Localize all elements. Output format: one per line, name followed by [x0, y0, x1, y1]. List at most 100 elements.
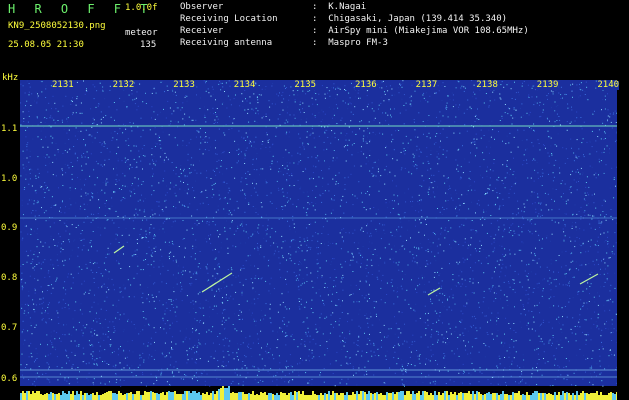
level-bar	[488, 392, 490, 400]
level-bar	[44, 394, 46, 400]
level-bar	[452, 394, 454, 400]
level-bar	[86, 393, 88, 400]
level-bar	[264, 392, 266, 400]
receiver-value: : AirSpy mini (Miakejima VOR 108.65MHz)	[312, 26, 529, 36]
level-bar	[326, 394, 328, 400]
level-bar	[38, 391, 40, 400]
level-bar	[494, 393, 496, 400]
level-bar	[246, 394, 248, 400]
x-tick-label: 2137	[415, 80, 438, 90]
level-bar	[128, 393, 130, 400]
level-bar	[428, 395, 430, 400]
level-bar	[214, 394, 216, 400]
level-bar	[598, 395, 600, 400]
level-bar	[36, 391, 38, 400]
level-bar	[148, 392, 150, 400]
level-bar	[560, 395, 562, 400]
level-bar	[278, 395, 280, 400]
level-bar	[300, 394, 302, 400]
level-bar	[536, 391, 538, 400]
level-bar	[302, 391, 304, 400]
level-bar	[306, 395, 308, 400]
level-bar	[506, 394, 508, 400]
level-bar	[352, 392, 354, 400]
level-bar	[230, 393, 232, 400]
level-bar	[390, 393, 392, 400]
x-tick-label: 2135	[294, 80, 317, 90]
level-bar	[102, 394, 104, 400]
level-bar	[62, 391, 64, 400]
level-bar	[80, 391, 82, 400]
level-bar	[554, 392, 556, 400]
level-bar	[24, 393, 26, 400]
level-bar	[344, 395, 346, 400]
x-tick-label: 2140	[597, 80, 620, 90]
level-bar	[346, 392, 348, 400]
level-bar	[596, 391, 598, 400]
receiver-label: Receiver	[180, 26, 224, 36]
level-bar	[160, 393, 162, 400]
level-bar	[426, 392, 428, 400]
level-bar	[248, 393, 250, 400]
level-bar	[122, 395, 124, 400]
level-bar	[226, 388, 228, 400]
level-bar	[52, 393, 54, 400]
level-bar	[298, 391, 300, 400]
level-bar	[336, 393, 338, 400]
level-bar	[524, 395, 526, 400]
level-bar	[304, 395, 306, 400]
level-bar	[526, 392, 528, 400]
level-bar	[434, 391, 436, 400]
level-bar	[408, 391, 410, 400]
level-bar	[480, 394, 482, 400]
level-bar	[530, 395, 532, 400]
level-bar	[578, 395, 580, 400]
level-bar	[338, 395, 340, 400]
level-bar	[204, 394, 206, 400]
level-bar	[186, 391, 188, 400]
x-tick-label: 2136	[355, 80, 377, 90]
level-bar	[364, 392, 366, 400]
level-bar	[182, 394, 184, 400]
level-bar	[244, 394, 246, 400]
level-bar	[502, 391, 504, 400]
level-bar	[34, 393, 36, 400]
level-bar	[176, 394, 178, 400]
level-bar	[270, 393, 272, 400]
level-bar	[76, 391, 78, 400]
level-bar	[594, 393, 596, 400]
level-bar	[196, 393, 198, 400]
level-bar	[588, 394, 590, 400]
level-bar	[476, 391, 478, 400]
level-bar	[190, 393, 192, 400]
level-bar	[184, 391, 186, 400]
level-bar	[548, 393, 550, 400]
level-bar	[174, 391, 176, 400]
level-bar	[412, 391, 414, 400]
level-bar	[360, 391, 362, 400]
level-bar	[516, 393, 518, 400]
level-bar	[568, 393, 570, 400]
level-bar	[30, 394, 32, 400]
level-bar	[378, 394, 380, 400]
level-bar	[612, 393, 614, 400]
level-bar	[532, 393, 534, 400]
level-bar	[46, 393, 48, 400]
level-bar	[88, 395, 90, 400]
level-bar	[156, 393, 158, 400]
level-bar	[222, 386, 224, 400]
level-bar	[416, 393, 418, 400]
level-bar	[496, 393, 498, 400]
level-bar	[260, 392, 262, 400]
level-bar	[538, 393, 540, 400]
level-bar	[376, 392, 378, 400]
meteor-count: 135	[140, 40, 157, 50]
spectrogram-canvas	[20, 80, 617, 387]
antenna-label: Receiving antenna	[180, 38, 273, 48]
level-bar	[48, 394, 50, 400]
level-bar	[26, 391, 28, 400]
level-bar	[546, 394, 548, 400]
level-bar	[606, 395, 608, 400]
y-tick-label: 0.6	[1, 374, 18, 384]
level-bar	[402, 391, 404, 400]
